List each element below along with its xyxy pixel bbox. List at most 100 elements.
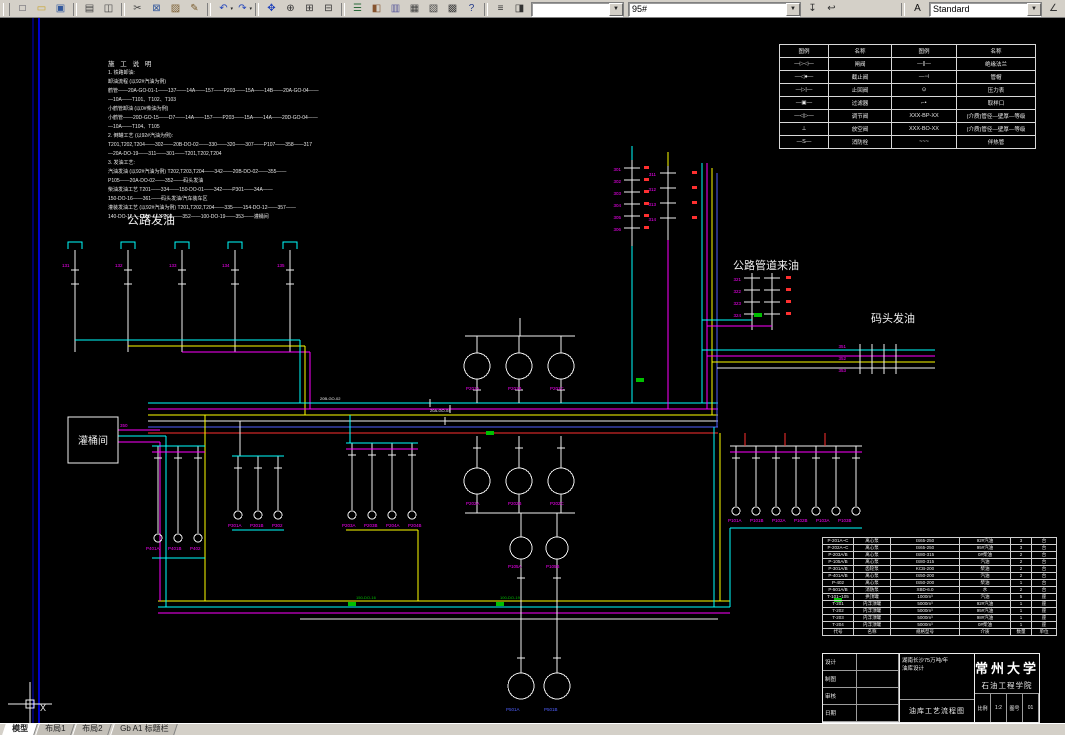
layout-tab-布局1[interactable]: 布局1 — [35, 724, 76, 735]
equipment-circle — [387, 510, 397, 520]
layout-tabs: 模型 布局1 布局2 Gb A1 标题栏 — [0, 723, 1065, 735]
diagram-label: P105A — [508, 564, 522, 569]
equipment-cell: KCB-200 — [890, 565, 960, 573]
design-center-icon[interactable]: ◧ — [367, 1, 386, 17]
new-icon[interactable]: □ — [13, 1, 32, 17]
equipment-cell: 内浮顶罐 — [853, 621, 891, 629]
loading-arm-hook — [227, 241, 243, 249]
signature-value — [857, 671, 899, 688]
diagram-label: P402 — [190, 546, 201, 551]
redo-icon[interactable]: ↷ ▾ — [233, 1, 252, 17]
diagram-label: X — [40, 703, 46, 713]
zoom-window-icon[interactable]: ⊞ — [300, 1, 319, 17]
layout-tab-Gb A1 标题栏[interactable]: Gb A1 标题栏 — [110, 724, 179, 735]
markup-icon[interactable]: ▧ — [424, 1, 443, 17]
legend-name: 放空阀 — [828, 122, 892, 136]
help-icon[interactable]: ? — [462, 1, 481, 17]
make-object-layer-current-icon[interactable]: ↧ — [803, 1, 822, 17]
plot-preview-icon[interactable]: ◫ — [99, 1, 118, 17]
layer-combo[interactable]: 95# ▼ — [628, 1, 801, 17]
dropdown-arrow-icon[interactable]: ▾ — [249, 3, 252, 16]
diagram-label: 公路管道来油 — [733, 258, 799, 272]
loading-arm-hook — [282, 241, 298, 249]
diagram-label: P204A — [386, 523, 400, 528]
toolbar-grip[interactable] — [3, 2, 10, 16]
copy-icon[interactable]: ⊠ — [147, 1, 166, 17]
legend-symbol: —⊣ — [891, 70, 957, 84]
project-name: 湖南长沙75万吨/年 油库设计 — [900, 654, 974, 700]
equipment-cell: 汽油 — [959, 558, 1011, 566]
diagram-mark — [644, 178, 649, 181]
equipment-cell: 柴油 — [959, 579, 1011, 587]
diagram-mark — [786, 276, 791, 279]
equipment-cell: 2 — [1010, 551, 1032, 559]
diagram-label: P202C — [550, 501, 565, 506]
layout-tab-布局2[interactable]: 布局2 — [72, 724, 113, 735]
legend-symbol: —▣— — [779, 96, 829, 110]
diagram-label: P501B — [544, 707, 558, 712]
tool-palettes-icon[interactable]: ▥ — [386, 1, 405, 17]
save-icon[interactable]: ▣ — [51, 1, 70, 17]
properties-icon[interactable]: ☰ — [348, 1, 367, 17]
diagram-mark — [786, 312, 791, 315]
equipment-circle — [505, 352, 533, 380]
note-line: 140-DO-11——350——P402——352——100-DO-19——35… — [108, 214, 269, 220]
sheet-set-icon[interactable]: ▦ — [405, 1, 424, 17]
diagram-mark — [692, 186, 697, 189]
equipment-cell: 1 — [1010, 607, 1032, 615]
legend-symbol: XXX-BO-XX — [891, 122, 957, 136]
diagram-label: 353 — [838, 368, 846, 373]
match-properties-icon[interactable]: ✎ — [185, 1, 204, 17]
combo-arrow-icon[interactable]: ▼ — [786, 2, 800, 16]
university-name: 常州大学 — [975, 661, 1040, 676]
combo-arrow-icon[interactable]: ▼ — [1027, 2, 1041, 16]
style-combo[interactable]: Standard ▼ — [929, 1, 1042, 17]
legend-name: 管帽 — [956, 70, 1036, 84]
equipment-cell: 汽油 — [959, 593, 1011, 601]
equipment-cell: 1000m³ — [890, 593, 960, 601]
cut-icon[interactable]: ✂ — [128, 1, 147, 17]
equipment-cell: T-201 — [822, 600, 854, 608]
legend-name: (介质)管径—壁厚—等级 — [956, 109, 1036, 123]
zoom-previous-icon[interactable]: ⊟ — [319, 1, 338, 17]
equipment-cell: 汽油 — [959, 572, 1011, 580]
equipment-cell: 离心泵 — [853, 579, 891, 587]
diagram-mark — [692, 216, 697, 219]
diagram-label: P201A — [466, 386, 480, 391]
equipment-cell: 1 — [1010, 621, 1032, 629]
legend-symbol: —▷◁— — [779, 57, 829, 71]
equipment-cell: 92#汽油 — [959, 537, 1011, 545]
layer-states-icon[interactable]: ◨ — [510, 1, 529, 17]
open-icon[interactable]: ▭ — [32, 1, 51, 17]
diagram-label: P302 — [272, 523, 283, 528]
equipment-circle — [233, 510, 243, 520]
layer-previous-icon[interactable]: ↩ — [822, 1, 841, 17]
dim-style-icon[interactable]: ∠ — [1044, 1, 1063, 17]
diagram-label: P101B — [750, 518, 764, 523]
diagram-label: P202B — [508, 501, 522, 506]
diagram-label: P102B — [794, 518, 808, 523]
diagram-label: P102A — [772, 518, 786, 523]
pan-icon[interactable]: ✥ — [262, 1, 281, 17]
plot-icon[interactable]: ▤ — [80, 1, 99, 17]
note-line: 柴油发油工艺 T201——334——150-DO-01——342——P301——… — [108, 187, 273, 193]
equipment-cell: T-203 — [822, 614, 854, 622]
zoom-realtime-icon[interactable]: ⊕ — [281, 1, 300, 17]
drawing-canvas[interactable]: 公路发油 公路管道来油 码头发油 灌桶间 X 131 132 133 134 135 301 302 3… — [0, 18, 1065, 723]
layer-properties-icon[interactable]: ≡ — [491, 1, 510, 17]
layout-tab-模型[interactable]: 模型 — [2, 724, 38, 735]
equipment-cell: 离心泵 — [853, 558, 891, 566]
undo-icon[interactable]: ↶ ▾ — [214, 1, 233, 17]
color-combo[interactable]: ▼ — [531, 1, 624, 17]
paste-icon[interactable]: ▨ — [166, 1, 185, 17]
equipment-cell: 规格型号 — [890, 628, 960, 636]
text-style-icon[interactable]: A — [908, 1, 927, 17]
combo-arrow-icon[interactable]: ▼ — [609, 2, 623, 16]
diagram-label: P201B — [508, 386, 522, 391]
diagram-label: 132 — [115, 263, 123, 268]
equipment-circle — [811, 506, 821, 516]
equipment-cell: P-201A~C — [822, 537, 854, 545]
toolbar-separator — [901, 2, 905, 16]
quick-calc-icon[interactable]: ▩ — [443, 1, 462, 17]
signature-value — [857, 705, 899, 722]
